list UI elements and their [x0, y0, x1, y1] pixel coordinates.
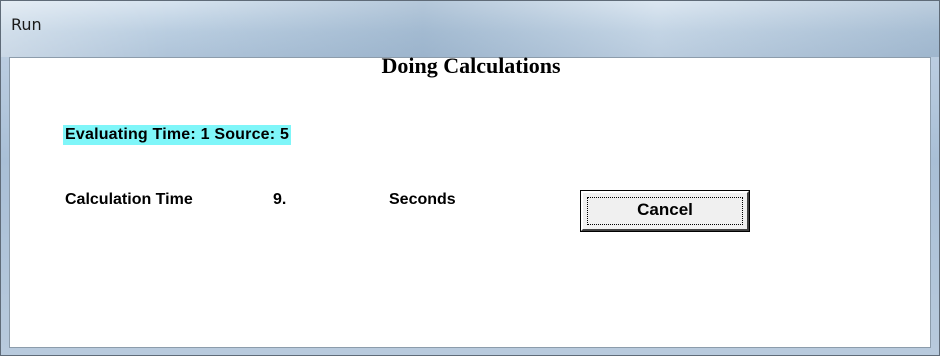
title-bar[interactable]: Run — [1, 1, 939, 57]
cancel-button-label: Cancel — [637, 200, 693, 219]
run-dialog-window: Run Doing Calculations Evaluating Time: … — [0, 0, 940, 356]
calculation-time-label: Calculation Time — [65, 191, 193, 208]
evaluating-status-text: Evaluating Time: 1 Source: 5 — [63, 125, 292, 145]
cancel-button[interactable]: Cancel — [581, 191, 749, 231]
calculation-time-value: 9. — [273, 191, 287, 208]
window-title: Run — [11, 15, 42, 34]
calculation-time-unit: Seconds — [389, 191, 456, 208]
